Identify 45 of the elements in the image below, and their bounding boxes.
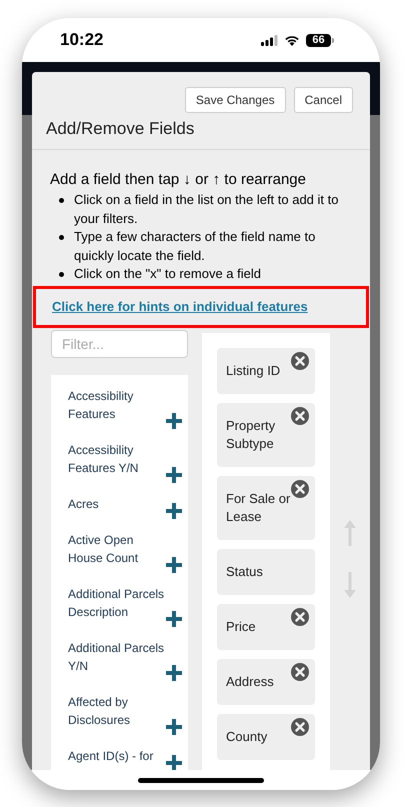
selected-field-chip[interactable]: Price (217, 604, 315, 650)
field-option[interactable]: Additional Parcels Y/N (68, 638, 166, 674)
wifi-icon (284, 34, 300, 46)
field-option[interactable]: Acres (68, 494, 166, 512)
plus-icon[interactable] (166, 466, 182, 482)
selected-field-chip[interactable]: Property Subtype (217, 402, 315, 466)
remove-icon[interactable] (291, 406, 309, 424)
plus-icon[interactable] (166, 502, 182, 518)
dialog-title: Add/Remove Fields (45, 118, 196, 140)
selected-field-chip[interactable]: Status (217, 548, 315, 594)
plus-icon[interactable] (166, 556, 182, 572)
plus-icon[interactable] (166, 718, 182, 734)
plus-icon[interactable] (166, 754, 182, 770)
remove-icon[interactable] (291, 608, 309, 626)
dialog-button[interactable]: Cancel (294, 87, 353, 113)
field-option[interactable]: Agent ID(s) - for (68, 746, 166, 764)
remove-icon[interactable] (291, 480, 309, 498)
selected-field-chip[interactable]: Listing ID (217, 348, 315, 394)
instruction-bullet: Type a few characters of the field name to quickly locate the field. (74, 228, 316, 265)
clock-time: 10:22 (60, 29, 104, 52)
battery-level: 66 (306, 34, 331, 46)
remove-icon[interactable] (291, 352, 309, 370)
remove-icon[interactable] (291, 718, 309, 736)
selected-field-chip[interactable]: Address (217, 658, 315, 704)
instruction-heading: Add a field then tap ↓ or ↑ to rearrange (50, 170, 307, 190)
signal-icon (261, 34, 278, 46)
selected-field-chip[interactable]: For Sale or Lease (217, 476, 315, 540)
dialog-button[interactable]: Save Changes (184, 87, 286, 113)
field-option[interactable]: Active Open House Count (68, 530, 166, 566)
field-option[interactable]: Accessibility Features (68, 386, 166, 422)
field-option[interactable]: Additional Parcels Description (68, 584, 166, 620)
remove-icon[interactable] (291, 662, 309, 680)
instruction-bullet: Click on the "x" to remove a field (74, 265, 261, 283)
bullet-icon (59, 272, 64, 277)
selected-field-chip[interactable]: County (217, 714, 315, 760)
plus-icon[interactable] (166, 610, 182, 626)
bullet-icon (59, 198, 64, 203)
instruction-bullet: Click on a field in the list on the left to add it to your filters. (74, 191, 340, 228)
plus-icon[interactable] (166, 412, 182, 428)
plus-icon[interactable] (166, 664, 182, 680)
field-option[interactable]: Affected by Disclosures (68, 692, 166, 728)
field-option[interactable]: Accessibility Features Y/N (68, 440, 166, 476)
filter-field[interactable]: Filter... (51, 330, 188, 358)
bullet-icon (59, 235, 64, 240)
hints-link[interactable]: Click here for hints on individual features (52, 296, 308, 316)
